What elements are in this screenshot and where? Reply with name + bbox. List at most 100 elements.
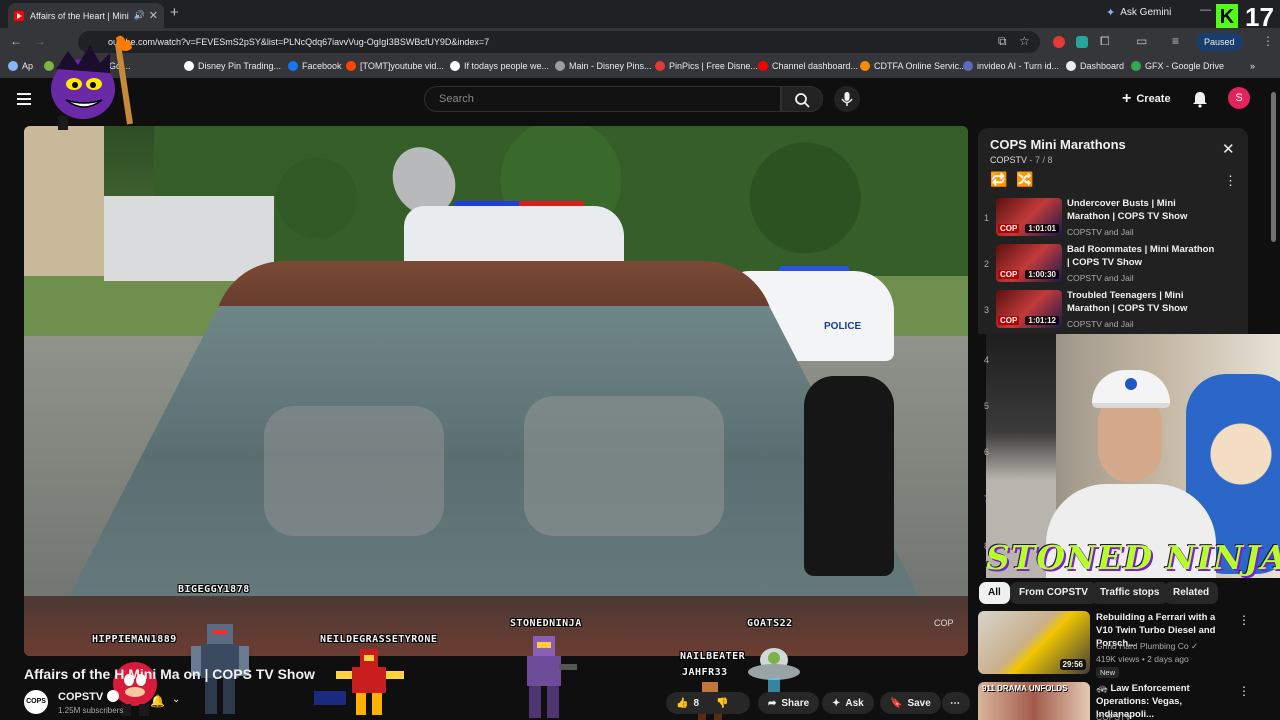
create-button[interactable]: + Create (1122, 88, 1171, 110)
profile-paused-button[interactable]: Paused (1196, 33, 1243, 51)
browser-toolbar: ← → outube.com/watch?v=FEVESmS2pSY&list=… (0, 28, 1280, 56)
chat-username: GOATS22 (747, 618, 793, 629)
bookmark-item[interactable]: invideo AI - Turn id... (963, 61, 1059, 71)
bookmark-label: Main - Disney Pins... (569, 61, 652, 71)
playlist-thumbnail[interactable]: COP 1:01:12 (996, 290, 1062, 328)
browser-tab[interactable]: Affairs of the Heart | Mini M 🔊 ✕ (8, 3, 164, 28)
search-button[interactable] (781, 86, 823, 112)
playlist-index: 8 (984, 541, 990, 551)
playlist-item[interactable]: 3 COP 1:01:12 Troubled Teenagers | Mini Mar… (978, 288, 1248, 334)
youtube-header: Search + Create S (0, 78, 1280, 120)
siren-icon: 🚓 (1096, 683, 1108, 694)
extension-red-icon[interactable] (1053, 36, 1065, 48)
save-label: Save (907, 697, 931, 709)
browser-menu-icon[interactable]: ⋮ (1262, 34, 1274, 48)
minimize-icon[interactable]: — (1200, 4, 1211, 16)
playlist-item-channel[interactable]: COPSTV and Jail (1067, 319, 1134, 329)
chat-username: NEILDEGRASSETYRONE (320, 634, 438, 645)
extensions-puzzle-icon[interactable]: ⧠ (1100, 34, 1110, 49)
bookmark-item[interactable]: PinPics | Free Disne... (655, 61, 758, 71)
thumbnail-overlay-text: 911 DRAMA UNFOLDS (982, 684, 1068, 693)
new-tab-icon[interactable]: + (170, 4, 179, 21)
bookmark-item[interactable]: Facebook (288, 61, 342, 71)
chip-all[interactable]: All (979, 582, 1010, 604)
channel-watermark[interactable]: COP (934, 618, 954, 628)
voice-search-button[interactable] (834, 86, 860, 112)
playlist-item[interactable]: 2 COP 1:00:30 Bad Roommates | Mini Marathon… (978, 242, 1248, 288)
playlist-index: 1 (984, 213, 990, 223)
bookmark-item[interactable]: Ap (8, 61, 33, 71)
search-input[interactable]: Search (424, 86, 781, 112)
menu-hamburger-icon[interactable] (17, 93, 31, 108)
more-actions-icon[interactable]: ⋯ (942, 692, 970, 714)
playlist-item-title[interactable]: Undercover Busts | Mini Marathon | COPS … (1067, 197, 1217, 223)
playlist-thumbnail[interactable]: COP 1:00:30 (996, 244, 1062, 282)
account-avatar[interactable]: S (1228, 87, 1250, 109)
install-app-icon[interactable]: ⧉ (998, 34, 1007, 49)
kick-logo: K (1216, 4, 1238, 30)
ask-label: Ask (845, 697, 864, 709)
bookmark-item[interactable]: CDTFA Online Servic... (860, 61, 967, 71)
bookmark-item[interactable]: GFX - Google Drive (1131, 61, 1224, 71)
chip-from-copstv[interactable]: From COPSTV (1010, 582, 1097, 604)
like-dislike-button[interactable]: 👍 8 👎 (666, 692, 750, 714)
recommendation-menu-icon[interactable]: ⋮ (1238, 684, 1250, 698)
playlist-menu-icon[interactable]: ⋮ (1224, 173, 1237, 189)
address-bar[interactable]: outube.com/watch?v=FEVESmS2pSY&list=PLNc… (78, 31, 1040, 53)
playlist-item-title[interactable]: Bad Roommates | Mini Marathon | COPS TV … (1067, 243, 1217, 269)
playlist-item-title[interactable]: Troubled Teenagers | Mini Marathon | COP… (1067, 289, 1217, 315)
recommendation-thumbnail[interactable]: 29:56 (978, 611, 1090, 674)
playlist-channel[interactable]: COPSTV (990, 155, 1027, 165)
bookmark-star-icon[interactable]: ☆ (1019, 34, 1030, 48)
bookmark-icon: 🔖 (890, 697, 903, 709)
channel-name[interactable]: COPSTV (58, 691, 103, 703)
chat-username: NAILBEATER (680, 651, 746, 662)
playlist-title[interactable]: COPS Mini Marathons (990, 137, 1126, 152)
extension-teal-icon[interactable] (1076, 36, 1088, 48)
recommendation-item[interactable]: 911 DRAMA UNFOLDS 🚓 Law Enforcement Oper… (978, 682, 1250, 720)
recommendation-menu-icon[interactable]: ⋮ (1238, 613, 1250, 627)
bookmark-item[interactable]: [TOMT]youtube vid... (346, 61, 444, 71)
playlist-thumbnail[interactable]: COP 1:01:01 (996, 198, 1062, 236)
media-controls-icon[interactable]: ≡ (1172, 34, 1179, 48)
subscription-bell-icon[interactable]: 🔔 (150, 694, 165, 708)
recommendation-item[interactable]: 29:56 Rebuilding a Ferrari with a V10 Tw… (978, 611, 1250, 678)
chevron-down-icon[interactable]: ⌄ (172, 694, 180, 705)
page-icon (555, 61, 565, 71)
channel-avatar[interactable]: COPS (24, 690, 48, 714)
bookmark-item[interactable]: Main - Disney Pins... (555, 61, 652, 71)
more-bookmarks-icon[interactable]: » (1250, 61, 1255, 71)
recommendation-thumbnail[interactable]: 911 DRAMA UNFOLDS (978, 682, 1090, 720)
speaker-icon[interactable]: 🔊 (134, 10, 145, 21)
youtube-icon (758, 61, 768, 71)
recommendation-channel[interactable]: COPSTV (1096, 712, 1131, 720)
playlist-item[interactable]: 1 COP 1:01:01 Undercover Busts | Mini Marat… (978, 196, 1248, 242)
share-button[interactable]: ➦ Share (758, 692, 820, 714)
thumbs-down-icon[interactable]: 👎 (716, 698, 728, 709)
close-icon[interactable]: ✕ (1222, 140, 1235, 158)
shuffle-icon[interactable]: 🔀 (1016, 171, 1033, 188)
recommendation-channel[interactable]: Grind Hard Plumbing Co ✓ (1096, 641, 1198, 652)
video-duration: 29:56 (1059, 659, 1086, 670)
tab-close-icon[interactable]: ✕ (149, 9, 158, 22)
video-player[interactable]: POLICE COP (24, 126, 968, 656)
playlist-item-channel[interactable]: COPSTV and Jail (1067, 227, 1134, 237)
bookmark-item[interactable]: Dashboard (1066, 61, 1124, 71)
save-button[interactable]: 🔖 Save (880, 692, 941, 714)
new-badge: New (1096, 667, 1120, 678)
page-scrollbar[interactable] (1271, 92, 1276, 242)
ask-button[interactable]: ✦ Ask (822, 692, 874, 714)
bookmark-label: PinPics | Free Disne... (669, 61, 758, 71)
bookmark-label: Facebook (302, 61, 342, 71)
bookmark-item[interactable]: Disney Pin Trading... (184, 61, 281, 71)
bookmark-item[interactable]: If todays people we... (450, 61, 549, 71)
chip-related[interactable]: Related (1164, 582, 1219, 604)
notifications-bell-icon[interactable] (1192, 90, 1208, 113)
chip-traffic-stops[interactable]: Traffic stops (1091, 582, 1169, 604)
ask-gemini-button[interactable]: ✦ Ask Gemini (1106, 6, 1171, 19)
back-icon[interactable]: ← (10, 34, 22, 48)
playlist-item-channel[interactable]: COPSTV and Jail (1067, 273, 1134, 283)
bookmark-item[interactable]: Channel dashboard... (758, 61, 858, 71)
loop-icon[interactable]: 🔁 (990, 171, 1007, 188)
tab-search-icon[interactable]: ▭ (1136, 34, 1147, 48)
